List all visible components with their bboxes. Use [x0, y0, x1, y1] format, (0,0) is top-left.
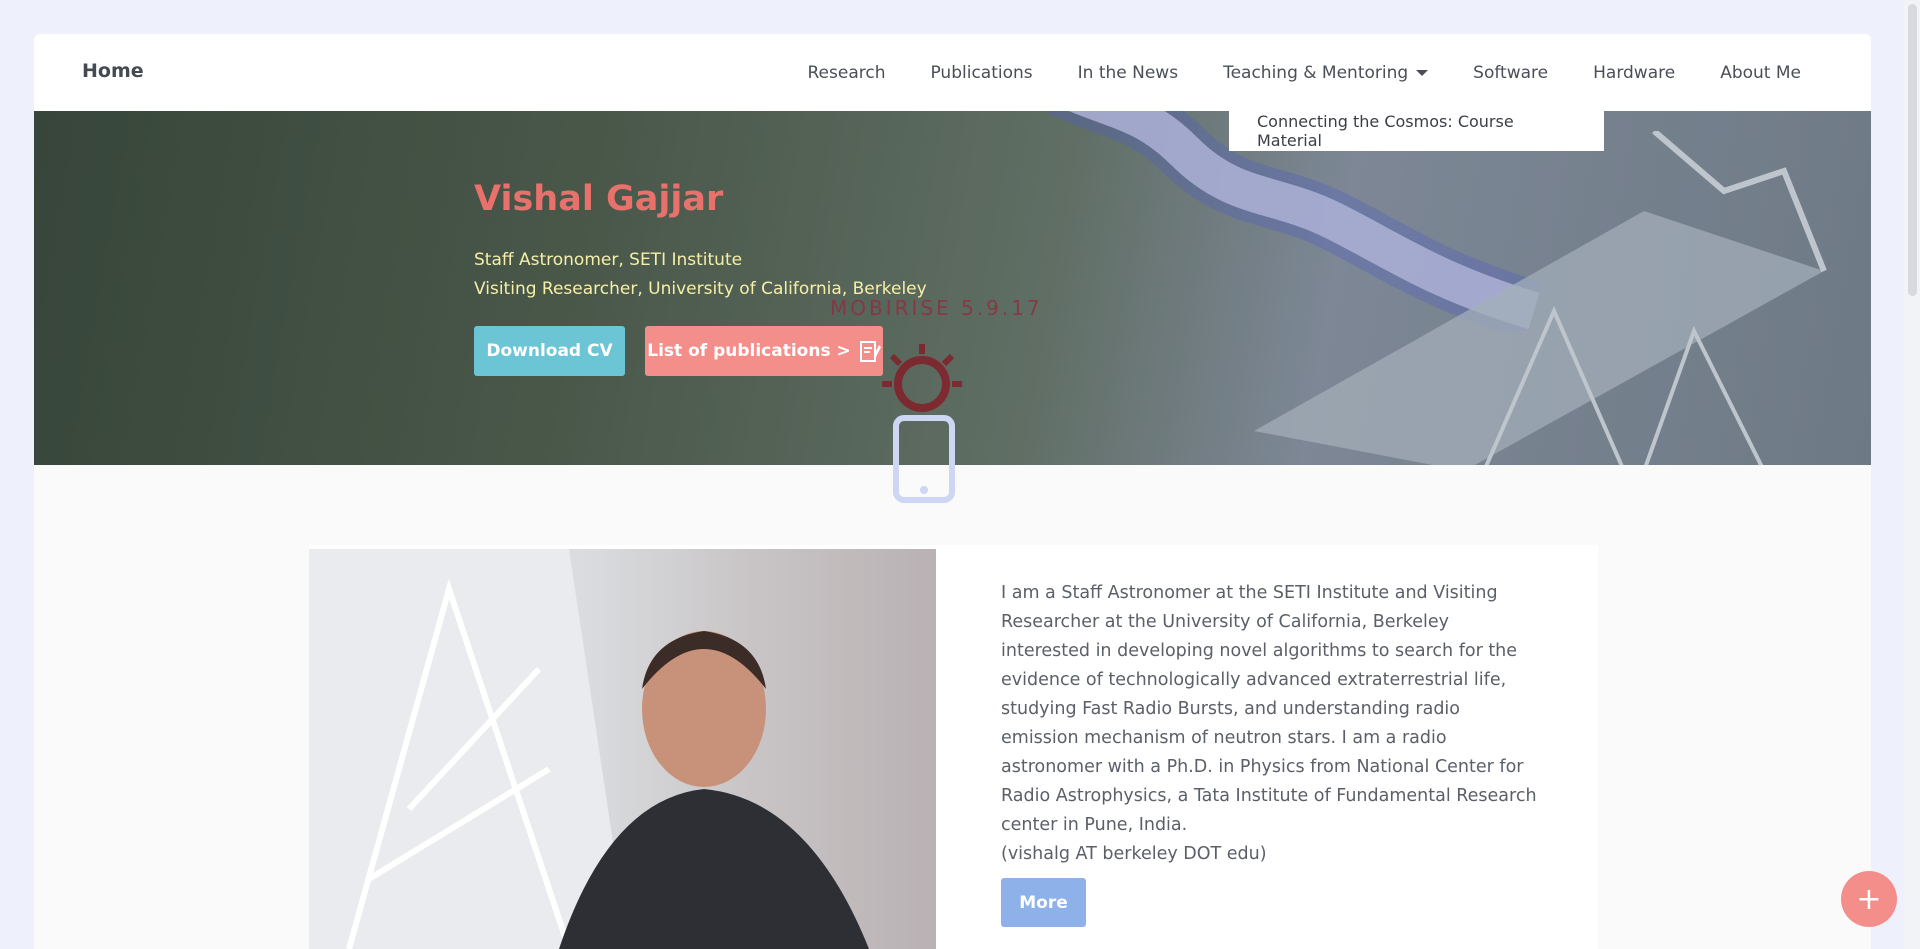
nav-link-research[interactable]: Research	[808, 63, 886, 83]
sun-icon	[882, 344, 962, 412]
page-scrollbar[interactable]	[1904, 0, 1920, 949]
bio-paragraph: I am a Staff Astronomer at the SETI Inst…	[1001, 583, 1537, 835]
bio-text: I am a Staff Astronomer at the SETI Inst…	[1001, 579, 1541, 869]
list-of-publications-label: List of publications >	[647, 341, 851, 361]
brand-home-link[interactable]: Home	[82, 60, 144, 82]
nav-link-in-the-news[interactable]: In the News	[1078, 63, 1178, 83]
caret-down-icon	[1416, 69, 1429, 76]
mobirise-watermark: MOBIRISE 5.9.17	[830, 296, 1043, 320]
nav-link-publications[interactable]: Publications	[930, 63, 1032, 83]
portrait-photo	[309, 549, 936, 949]
download-cv-button[interactable]: Download CV	[474, 326, 625, 376]
scrollbar-thumb[interactable]	[1908, 4, 1917, 296]
add-fab-button[interactable]: +	[1841, 871, 1897, 927]
hero-name-heading: Vishal Gajjar	[474, 179, 724, 219]
more-button[interactable]: More	[1001, 878, 1086, 927]
nav-links: Research Publications In the News Teachi…	[808, 34, 1872, 111]
nav-link-hardware[interactable]: Hardware	[1593, 63, 1675, 83]
nav-link-about-me[interactable]: About Me	[1720, 63, 1801, 83]
dropdown-item-course-material[interactable]: Connecting the Cosmos: Course Material	[1229, 111, 1604, 151]
nav-link-software[interactable]: Software	[1473, 63, 1548, 83]
hero-subtitle-line-1: Staff Astronomer, SETI Institute	[474, 250, 743, 270]
plus-icon: +	[1856, 881, 1882, 917]
nav-link-teaching-label: Teaching & Mentoring	[1223, 62, 1409, 83]
bio-email: (vishalg AT berkeley DOT edu)	[1001, 844, 1267, 864]
nav-link-teaching-mentoring[interactable]: Teaching & Mentoring	[1223, 62, 1429, 83]
list-of-publications-button[interactable]: List of publications >	[645, 326, 883, 376]
navbar: Home Research Publications In the News T…	[34, 34, 1871, 111]
portrait-image	[309, 549, 869, 949]
mobile-phone-icon	[893, 415, 955, 503]
